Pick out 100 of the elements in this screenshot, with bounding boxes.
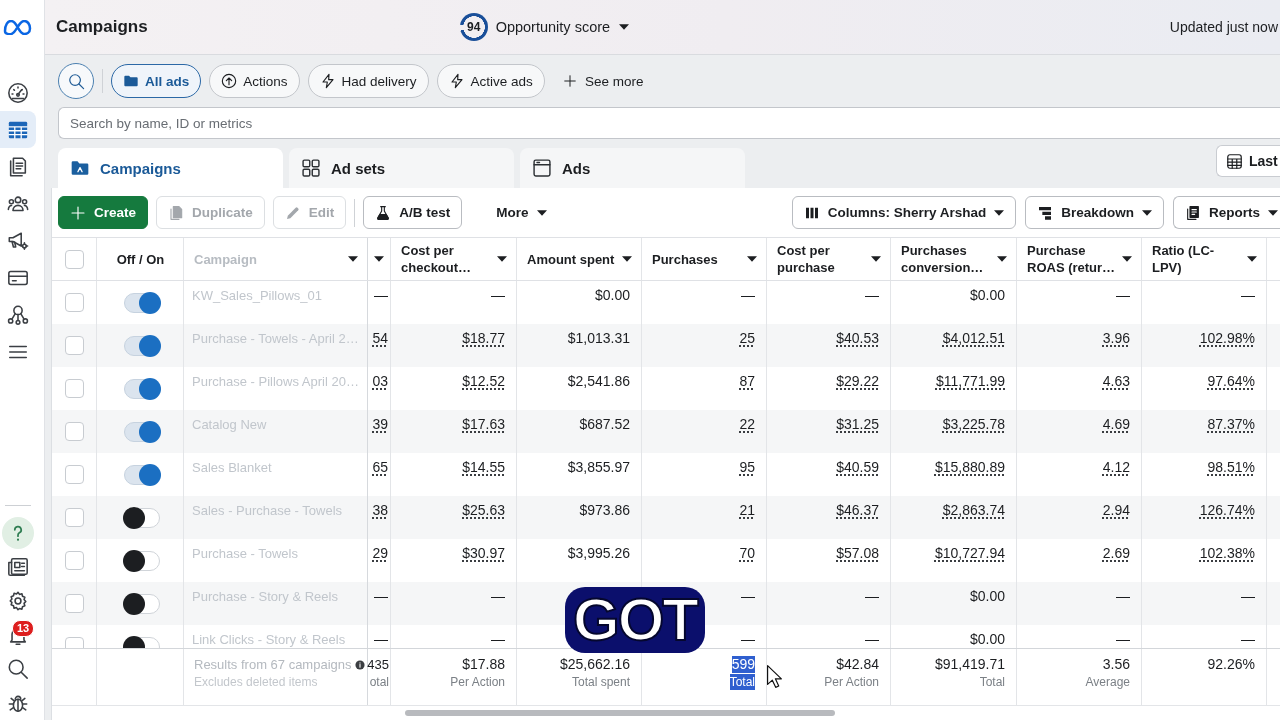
- table-cell: 21: [642, 496, 767, 539]
- table-cell: 4.69: [1017, 410, 1142, 453]
- total-value: $25,662.16: [559, 656, 630, 673]
- caret-icon: [871, 256, 881, 262]
- table-cell: $46.37: [767, 496, 891, 539]
- table-cell: —: [1017, 625, 1142, 648]
- summary-text: Results from 67 campaigns: [194, 656, 352, 673]
- caret-icon: [1122, 256, 1132, 262]
- bars-icon: [1037, 204, 1054, 221]
- search-icon: [67, 72, 85, 90]
- total-caption: Per Action: [824, 674, 879, 690]
- checkbox[interactable]: [64, 379, 84, 398]
- toggle-switch[interactable]: [124, 378, 160, 399]
- column-header[interactable]: Ratio (LC-LPV): [1142, 238, 1267, 280]
- level-tab[interactable]: Campaigns: [58, 148, 283, 188]
- table-cell: —: [368, 582, 391, 625]
- network-icon: [7, 303, 29, 326]
- filter-chip[interactable]: Actions: [209, 64, 300, 98]
- search-button[interactable]: [58, 63, 94, 99]
- toggle-switch[interactable]: [124, 593, 160, 614]
- date-range-button[interactable]: Last: [1216, 145, 1280, 177]
- checkbox[interactable]: [64, 422, 84, 441]
- sidebar-button[interactable]: 13: [0, 618, 36, 652]
- table-cell: 39: [368, 410, 391, 453]
- calendar-icon: [1226, 152, 1243, 170]
- table-cell: $0.00: [891, 625, 1017, 648]
- table-cell: —: [1142, 625, 1267, 648]
- checkbox[interactable]: [64, 594, 84, 613]
- toolbar-button[interactable]: A/B test: [363, 196, 463, 229]
- total-value: $91,419.71: [934, 656, 1005, 673]
- table-cell: $40.53: [767, 324, 891, 367]
- table-cell: $3,225.78: [891, 410, 1017, 453]
- table-cell: 22: [642, 410, 767, 453]
- table-cell: —: [767, 582, 891, 625]
- checkbox[interactable]: [64, 508, 84, 527]
- caret-icon: [1247, 256, 1257, 262]
- toggle-switch[interactable]: [124, 507, 160, 528]
- see-more-button[interactable]: See more: [556, 64, 650, 98]
- toggle-switch[interactable]: [124, 292, 160, 313]
- newspaper-icon: [7, 556, 29, 578]
- search-field[interactable]: Search by name, ID or metrics: [58, 107, 1280, 139]
- filter-chip[interactable]: Active ads: [436, 64, 545, 98]
- total-caption: otal: [369, 674, 389, 690]
- folder-icon: [123, 73, 139, 89]
- checkbox[interactable]: [64, 336, 84, 355]
- table-cell: 102.98%: [1142, 324, 1267, 367]
- toggle-switch[interactable]: [124, 550, 160, 571]
- table-cell: —: [1017, 582, 1142, 625]
- column-header[interactable]: Cost per checkout…: [391, 238, 517, 280]
- total-value: 92.26%: [1207, 656, 1255, 673]
- table-cell: $0.00: [891, 582, 1017, 625]
- checkbox[interactable]: [64, 551, 84, 570]
- toolbar-button[interactable]: Columns: Sherry Arshad: [791, 196, 1017, 229]
- filter-chip[interactable]: All ads: [111, 64, 202, 98]
- toggle-switch[interactable]: [124, 421, 160, 442]
- infinity-logo-icon: [3, 20, 32, 35]
- caret-icon: [348, 256, 358, 262]
- sidebar-button[interactable]: [0, 111, 36, 148]
- level-tab[interactable]: Ads: [520, 148, 745, 188]
- total-caption: Average: [1085, 674, 1130, 690]
- caret-icon: [497, 256, 507, 262]
- help-icon: [2, 517, 34, 549]
- total-caption: Total: [979, 674, 1005, 690]
- toolbar-button[interactable]: Create: [58, 196, 149, 229]
- caret-icon: [622, 256, 632, 262]
- plus-icon: [562, 74, 577, 88]
- total-value: $42.84: [836, 656, 879, 673]
- toolbar-button[interactable]: Reports: [1173, 196, 1280, 229]
- level-tab[interactable]: Ad sets: [289, 148, 514, 188]
- video-caption: GOT: [565, 587, 705, 653]
- checkbox[interactable]: [64, 249, 84, 269]
- report-icon: [1185, 204, 1201, 221]
- table-cell: 38: [368, 496, 391, 539]
- copy-icon: [168, 204, 185, 221]
- total-value: 3.56: [1102, 656, 1130, 673]
- toggle-switch[interactable]: [124, 464, 160, 485]
- table-cell: $25.63: [391, 496, 517, 539]
- window-icon: [532, 158, 552, 178]
- page-title: Campaigns: [56, 17, 148, 37]
- flask-icon: [375, 204, 392, 221]
- column-header[interactable]: Amount spent: [517, 238, 642, 280]
- folder-icon: [70, 158, 90, 178]
- checkbox[interactable]: [64, 465, 84, 484]
- opportunity-score-button[interactable]: Opportunity score: [495, 19, 630, 35]
- toggle-switch[interactable]: [124, 335, 160, 356]
- mouse-pointer-icon: [767, 665, 782, 688]
- pencil-icon: [284, 204, 301, 221]
- column-header[interactable]: Purchases: [642, 238, 767, 280]
- column-header[interactable]: Cost per purchase: [767, 238, 891, 280]
- checkbox[interactable]: [64, 293, 84, 312]
- column-header[interactable]: Purchase ROAS (retur…: [1017, 238, 1142, 280]
- toolbar-button[interactable]: Breakdown: [1025, 196, 1164, 229]
- column-header[interactable]: Purchases conversion…: [891, 238, 1017, 280]
- table-cell: $2,863.74: [891, 496, 1017, 539]
- table-cell: —: [391, 582, 517, 625]
- filter-chip[interactable]: Had delivery: [307, 64, 429, 98]
- pages-icon: [7, 155, 29, 178]
- scrollbar-thumb[interactable]: [405, 710, 835, 716]
- note-text: Excludes deleted items: [194, 674, 319, 690]
- caret-icon: [374, 256, 384, 262]
